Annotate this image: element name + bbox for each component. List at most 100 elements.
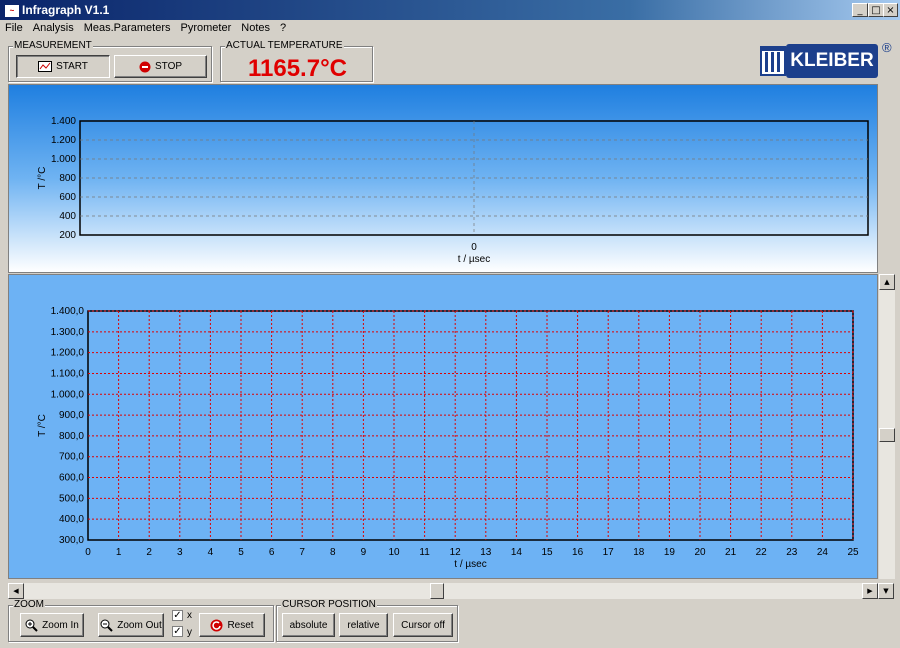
zoom-x-label: x	[187, 610, 192, 621]
x-axis-label: t / µsec	[454, 559, 486, 570]
y-tick-label: 400,0	[59, 514, 84, 525]
x-tick-label: 6	[269, 547, 275, 558]
menu-help[interactable]: ?	[275, 20, 291, 36]
overview-chart[interactable]: 1.400 1.200 1.000 800 600 400 200 0t / µsec T /°…	[9, 85, 877, 272]
y-tick-label: 800,0	[59, 431, 84, 442]
vertical-scrollbar[interactable]: ▲	[879, 274, 895, 579]
y-tick-label: 700,0	[59, 452, 84, 463]
stop-button[interactable]: STOP	[114, 55, 207, 78]
scroll-up-arrow-icon[interactable]: ▲	[879, 274, 895, 290]
logo-text: KLEIBER	[786, 44, 878, 78]
vertical-scroll-thumb[interactable]	[879, 428, 895, 442]
chart-icon	[38, 61, 53, 72]
x-tick-label: 24	[817, 547, 829, 558]
zoom-label: ZOOM	[13, 599, 45, 610]
y-tick-label: 600	[59, 192, 76, 203]
actual-temperature-value: 1165.7°C	[247, 55, 347, 82]
x-tick-label: 8	[330, 547, 336, 558]
detail-chart-panel[interactable]: 1.400,0 1.300,0 1.200,0 1.100,0 1.000,0 900,0…	[8, 274, 878, 579]
x-tick-label: 10	[388, 547, 400, 558]
x-tick-label: 25	[847, 547, 859, 558]
cursor-position-label: CURSOR POSITION	[281, 599, 377, 610]
x-axis-label: t / µsec	[458, 254, 490, 265]
y-tick-label: 400	[59, 211, 76, 222]
start-button[interactable]: START	[16, 55, 110, 78]
x-tick-label: 15	[541, 547, 553, 558]
zoom-in-label: Zoom In	[42, 619, 79, 631]
y-tick-label: 1.200	[51, 135, 76, 146]
zoom-in-icon	[25, 619, 38, 632]
x-tick-label: 19	[664, 547, 676, 558]
zoom-in-button[interactable]: Zoom In	[20, 613, 84, 637]
y-axis-label: T /°C	[37, 167, 48, 190]
y-axis-label: T /°C	[37, 414, 48, 437]
plot-area	[87, 310, 854, 541]
menu-meas-parameters[interactable]: Meas.Parameters	[79, 20, 176, 36]
y-tick-label: 1.100,0	[51, 368, 85, 379]
y-tick-label: 500,0	[59, 493, 84, 504]
registered-mark: ®	[882, 40, 892, 55]
x-tick-label: 0	[85, 547, 91, 558]
cursor-off-button[interactable]: Cursor off	[393, 613, 453, 637]
x-tick-label: 4	[208, 547, 214, 558]
cursor-position-group: CURSOR POSITION absolute relative Cursor…	[276, 599, 458, 642]
reset-icon	[210, 619, 223, 631]
x-tick-label: 16	[572, 547, 584, 558]
x-tick-label: 2	[146, 547, 152, 558]
overview-chart-panel[interactable]: 1.400 1.200 1.000 800 600 400 200 0 t / µsec T /°…	[8, 84, 878, 273]
x-tick-label: 12	[450, 547, 462, 558]
measurement-group: MEASUREMENT START STOP	[8, 40, 212, 82]
zoom-y-label: y	[187, 627, 192, 638]
x-tick-label: 5	[238, 547, 244, 558]
x-tick-label: 0	[471, 242, 477, 253]
horizontal-scroll-thumb[interactable]	[430, 583, 444, 599]
absolute-button[interactable]: absolute	[282, 613, 335, 637]
x-tick-label: 7	[299, 547, 305, 558]
y-tick-label: 1.300,0	[51, 327, 85, 338]
x-tick-label: 18	[633, 547, 645, 558]
scroll-down-arrow-icon[interactable]: ▼	[878, 583, 894, 599]
x-tick-label: 1	[116, 547, 122, 558]
zoom-out-button[interactable]: Zoom Out	[98, 613, 164, 637]
zoom-x-checkbox[interactable]: ✓	[172, 610, 183, 621]
zoom-out-label: Zoom Out	[117, 619, 162, 631]
y-tick-label: 1.200,0	[51, 348, 85, 359]
menu-file[interactable]: File	[0, 20, 28, 36]
x-tick-label: 3	[177, 547, 183, 558]
x-tick-label: 17	[603, 547, 615, 558]
scroll-left-arrow-icon[interactable]: ◀	[8, 583, 24, 599]
y-tick-label: 1.000	[51, 154, 76, 165]
x-tick-label: 21	[725, 547, 737, 558]
menu-pyrometer[interactable]: Pyrometer	[176, 20, 237, 36]
kleiber-logo: KLEIBER	[760, 42, 878, 80]
relative-button[interactable]: relative	[339, 613, 388, 637]
horizontal-scrollbar[interactable]: ◀ ▶ ▼	[8, 583, 894, 599]
start-label: START	[56, 61, 88, 72]
actual-temperature-label: ACTUAL TEMPERATURE	[225, 40, 344, 51]
reset-label: Reset	[227, 619, 254, 631]
x-tick-label: 9	[361, 547, 367, 558]
scroll-right-arrow-icon[interactable]: ▶	[862, 583, 878, 599]
y-tick-label: 900,0	[59, 410, 84, 421]
zoom-group: ZOOM Zoom In Zoom Out ✓ x ✓ y Reset	[8, 599, 274, 642]
y-tick-label: 200	[59, 230, 76, 241]
close-button[interactable]: ×	[883, 3, 898, 17]
x-tick-label: 14	[511, 547, 523, 558]
menu-notes[interactable]: Notes	[236, 20, 275, 36]
reset-button[interactable]: Reset	[199, 613, 265, 637]
title-bar: ~ Infragraph V1.1 _ □ ×	[0, 0, 900, 20]
zoom-y-checkbox[interactable]: ✓	[172, 626, 183, 637]
x-tick-label: 11	[419, 547, 430, 558]
logo-mark-icon	[760, 46, 786, 76]
maximize-button[interactable]: □	[868, 3, 884, 17]
detail-chart[interactable]: 1.400,0 1.300,0 1.200,0 1.100,0 1.000,0 900,0…	[9, 275, 877, 578]
menu-bar: File Analysis Meas.Parameters Pyrometer Note…	[0, 20, 900, 38]
y-tick-label: 1.000,0	[51, 389, 85, 400]
menu-analysis[interactable]: Analysis	[28, 20, 79, 36]
x-tick-label: 13	[480, 547, 492, 558]
y-tick-label: 1.400,0	[51, 306, 85, 317]
minimize-button[interactable]: _	[852, 3, 868, 17]
y-tick-label: 800	[59, 173, 76, 184]
stop-label: STOP	[154, 61, 183, 72]
x-tick-label: 22	[756, 547, 768, 558]
